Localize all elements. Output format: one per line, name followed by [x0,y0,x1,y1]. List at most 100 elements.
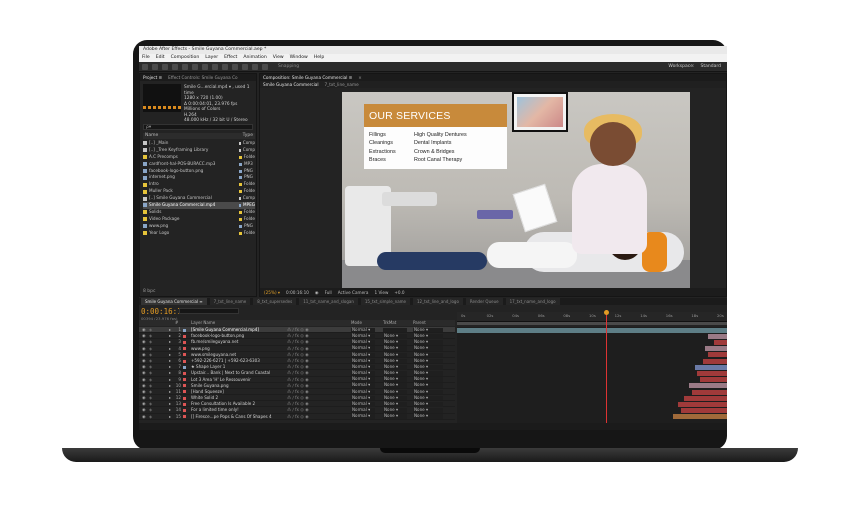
project-item[interactable]: Intro Folde [143,181,255,188]
project-item[interactable]: www.png PNG [143,223,255,230]
blend-mode-select[interactable]: Normal ▾ [351,383,375,389]
label-swatch[interactable] [239,176,242,180]
blend-mode-select[interactable]: Normal ▾ [351,395,375,401]
timeline-tab[interactable]: 12_txt_line_and_logo [413,298,463,305]
layer-duration-bar[interactable] [689,383,727,389]
pan-behind-tool-icon[interactable] [192,63,198,70]
current-time-display[interactable]: 0:00:16:10 [286,290,309,295]
zoom-tool-icon[interactable] [162,63,168,70]
blend-mode-select[interactable]: Normal ▾ [351,389,375,395]
layer-duration-bar[interactable] [681,408,727,414]
layer-duration-bar[interactable] [708,352,727,358]
brush-tool-icon[interactable] [232,63,238,70]
track-matte-select[interactable]: None ▾ [383,401,407,407]
layer-label-swatch[interactable] [183,402,186,406]
blend-mode-select[interactable]: Normal ▾ [351,352,375,358]
track-matte-select[interactable]: None ▾ [383,370,407,376]
parent-select[interactable]: None ▾ [413,340,443,345]
selection-tool-icon[interactable] [142,63,148,70]
stamp-tool-icon[interactable] [242,63,248,70]
parent-select[interactable]: None ▾ [413,395,443,401]
track-matte-select[interactable]: None ▾ [383,383,407,389]
layer-label-swatch[interactable] [183,396,186,400]
track-matte-select[interactable]: None ▾ [383,408,407,413]
project-item[interactable]: Smile Guyana Commercial.mp4 MPEG [143,202,255,209]
rotate-tool-icon[interactable] [172,63,178,70]
parent-select[interactable]: None ▾ [413,358,443,364]
puppet-tool-icon[interactable] [262,63,268,70]
track-matte-select[interactable]: None ▾ [383,377,407,382]
timeline-search-input[interactable] [179,308,239,314]
track-matte-select[interactable]: None ▾ [383,414,407,420]
layer-duration-bar[interactable] [691,389,727,395]
layer-duration-bar[interactable] [457,327,727,333]
project-item[interactable]: Year Logo Folde [143,230,255,237]
layer-label-swatch[interactable] [183,384,186,388]
rectangle-tool-icon[interactable] [202,63,208,70]
menu-edit[interactable]: Edit [156,54,165,62]
tab-composition[interactable]: Composition: Smile Guyana Commercial ≡ [263,74,352,81]
project-item[interactable]: [..] Smile Guyana Commercial Comp [143,195,255,202]
blend-mode-select[interactable]: Normal ▾ [351,377,375,382]
tab-project[interactable]: Project ≡ [143,74,162,81]
label-swatch[interactable] [239,141,241,145]
timeline-tab[interactable]: Smile Guyana Commercial ≡ [141,298,207,305]
composition-viewer[interactable]: OUR SERVICES Fillings Cleanings Extracti… [342,92,690,288]
pen-tool-icon[interactable] [212,63,218,70]
tab-effect-controls[interactable]: Effect Controls: Smile Guyana Co [168,74,237,81]
visibility-eye-icon[interactable]: ◉ [142,414,146,420]
layer-label-swatch[interactable] [183,415,186,419]
column-trkmat[interactable]: TrkMat [383,320,396,326]
work-area-bar[interactable] [457,322,727,325]
layer-switches[interactable]: ⁂ ∕ fx ◎ ◉ [287,414,309,420]
menu-effect[interactable]: Effect [224,54,237,62]
label-swatch[interactable] [239,210,242,214]
layer-duration-bar[interactable] [673,414,727,420]
resolution-select[interactable]: Full [325,290,332,295]
layer-duration-bar[interactable] [702,358,727,364]
timeline-tab[interactable]: Render Queue [465,298,503,305]
project-item[interactable]: [..] _Tree Keyframing Library Comp [143,147,255,154]
blend-mode-select[interactable]: Normal ▾ [351,414,375,420]
layer-duration-bar[interactable] [705,346,727,352]
playhead-handle[interactable] [603,310,609,315]
column-number[interactable]: # [175,320,178,326]
project-item[interactable]: A.C Precomps Folde [143,154,255,161]
layer-label-swatch[interactable] [183,409,186,413]
timeline-tab[interactable]: 7_txt_line_name [209,298,251,305]
project-item[interactable]: Solids Folde [143,209,255,216]
layer-label-swatch[interactable] [183,328,186,332]
track-matte-select[interactable]: None ▾ [383,333,407,339]
track-matte-select[interactable]: None ▾ [383,346,407,351]
label-swatch[interactable] [239,224,242,228]
parent-select[interactable]: None ▾ [413,346,443,351]
parent-select[interactable]: None ▾ [413,352,443,358]
blend-mode-select[interactable]: Normal ▾ [351,346,375,351]
layer-label-swatch[interactable] [183,390,186,394]
layer-duration-bar[interactable] [713,339,727,346]
blend-mode-select[interactable]: Normal ▾ [351,401,375,407]
layer-label-swatch[interactable] [183,340,186,344]
audio-icon[interactable]: ◈ [149,414,152,420]
layer-duration-bar[interactable] [678,401,727,408]
label-swatch[interactable] [239,217,242,221]
parent-select[interactable]: None ▾ [413,389,443,395]
workspace-select[interactable]: Standard [701,64,721,69]
parent-select[interactable]: None ▾ [413,414,443,420]
layer-duration-bar[interactable] [708,333,727,339]
track-matte-select[interactable]: None ▾ [383,340,407,345]
menu-window[interactable]: Window [290,54,308,62]
project-item[interactable]: [..] _Main Comp [143,140,255,147]
project-item[interactable]: Video Package Folde [143,216,255,223]
parent-select[interactable]: None ▾ [413,364,443,370]
active-camera-select[interactable]: Active Camera [338,290,369,295]
layer-bars-area[interactable] [457,327,727,423]
layer-duration-bar[interactable] [697,370,727,377]
project-item[interactable]: facebook-logo-button.png PNG [143,168,255,175]
camera-tool-icon[interactable] [182,63,188,70]
label-swatch[interactable] [239,155,242,159]
camera-icon[interactable]: ◉ [315,290,319,295]
layer-duration-bar[interactable] [683,395,727,401]
snapping-toggle[interactable]: Snapping [278,64,299,69]
parent-select[interactable]: None ▾ [413,377,443,382]
